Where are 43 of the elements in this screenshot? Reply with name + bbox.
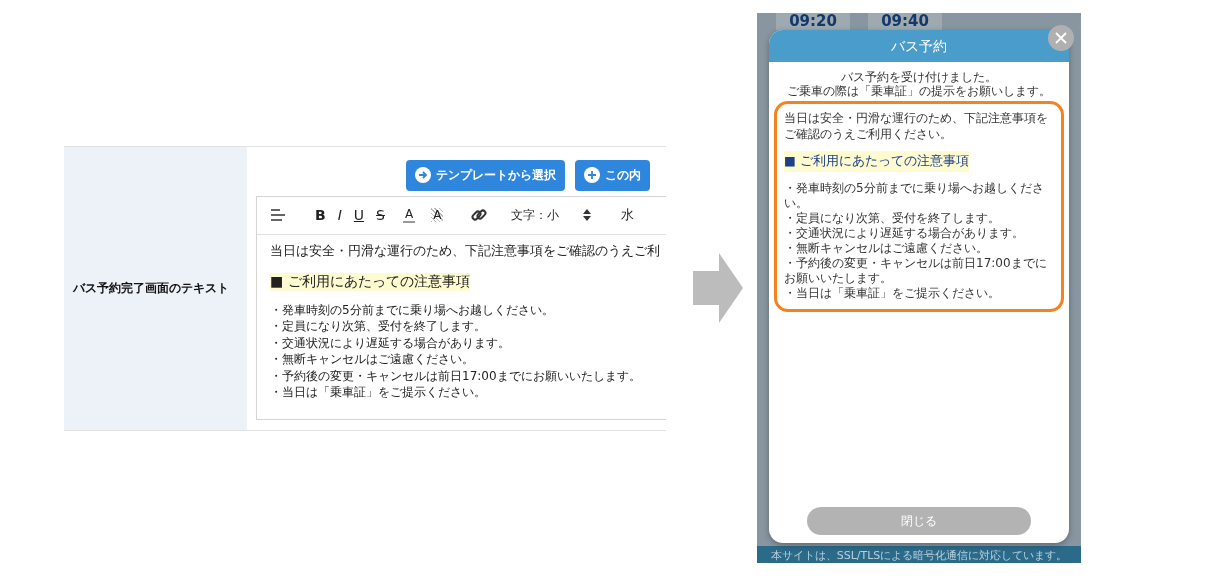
modal-title: バス予約: [769, 30, 1069, 62]
plus-icon: [584, 167, 600, 183]
editor-line: ・無断キャンセルはご遠慮ください。: [270, 351, 475, 368]
underline-button[interactable]: U: [351, 207, 367, 223]
highlight-button[interactable]: A: [431, 208, 444, 222]
align-icon: [271, 209, 285, 221]
align-button[interactable]: [269, 209, 287, 221]
bold-button[interactable]: B: [313, 207, 328, 223]
notice-line: ・無断キャンセルはご遠慮ください。: [784, 241, 989, 256]
font-size-select[interactable]: 文字：小: [509, 206, 594, 224]
notice-line: ・発車時刻の5分前までに乗り場へお越しください。: [784, 181, 1045, 211]
action-button[interactable]: テンプレートから選択: [406, 159, 565, 191]
toolbar-button[interactable]: 水: [619, 206, 637, 224]
close-icon: [1055, 32, 1067, 44]
editor-line: ・定員になり次第、受付を終了します。: [270, 318, 487, 335]
strikethrough-button[interactable]: S: [374, 207, 387, 223]
arrow-right-icon: [415, 167, 431, 183]
editor-line: ・当日は「乗車証」をご提示ください。: [270, 384, 487, 401]
time-slot[interactable]: 09:20: [776, 13, 850, 30]
editor-line: ・予約後の変更・キャンセルは前日17:00までにお願いいたします。: [270, 367, 642, 384]
row-label: バス予約完了画面のテキスト: [73, 279, 229, 297]
time-slot[interactable]: 09:40: [868, 13, 942, 30]
notice-line: ・定員になり次第、受付を終了します。: [784, 211, 1001, 226]
editor-paragraph: 当日は安全・円滑な運行のため、下記注意事項をご確認のうえご利: [270, 242, 661, 260]
notice-line: ・当日は「乗車証」をご提示ください。: [784, 286, 1001, 301]
editor-line: ・発車時刻の5分前までに乗り場へお越しください。: [270, 301, 555, 318]
message-text: ご乗車の際は「乗車証」の提示をお願いします。: [786, 84, 1052, 98]
text-color-button[interactable]: A: [402, 207, 416, 223]
notice-line: ・予約後の変更・キャンセルは前日17:00までにお願いいたします。: [784, 256, 1048, 286]
italic-button[interactable]: I: [335, 207, 344, 223]
link-button[interactable]: [469, 207, 490, 223]
notice-paragraph: 当日は安全・円滑な運行のため、下記注意事項をご確認のうえご利用ください。: [784, 110, 1049, 142]
updown-icon: [583, 209, 592, 221]
notice-line: ・交通状況により遅延する場合があります。: [784, 226, 1025, 241]
close-button[interactable]: [1048, 25, 1074, 51]
notice-heading: ■ ご利用にあたっての注意事項: [784, 151, 969, 172]
arrow-right-icon: [693, 253, 743, 323]
footer-text: 本サイトは、SSL/TLSによる暗号化通信に対応しています。: [770, 549, 1068, 563]
action-button[interactable]: この内: [575, 159, 650, 191]
link-icon: [471, 207, 488, 223]
editor-heading: ■ ご利用にあたっての注意事項: [270, 272, 470, 291]
message-text: バス予約を受け付けました。: [840, 70, 998, 84]
editor-line: ・交通状況により遅延する場合があります。: [270, 334, 511, 351]
